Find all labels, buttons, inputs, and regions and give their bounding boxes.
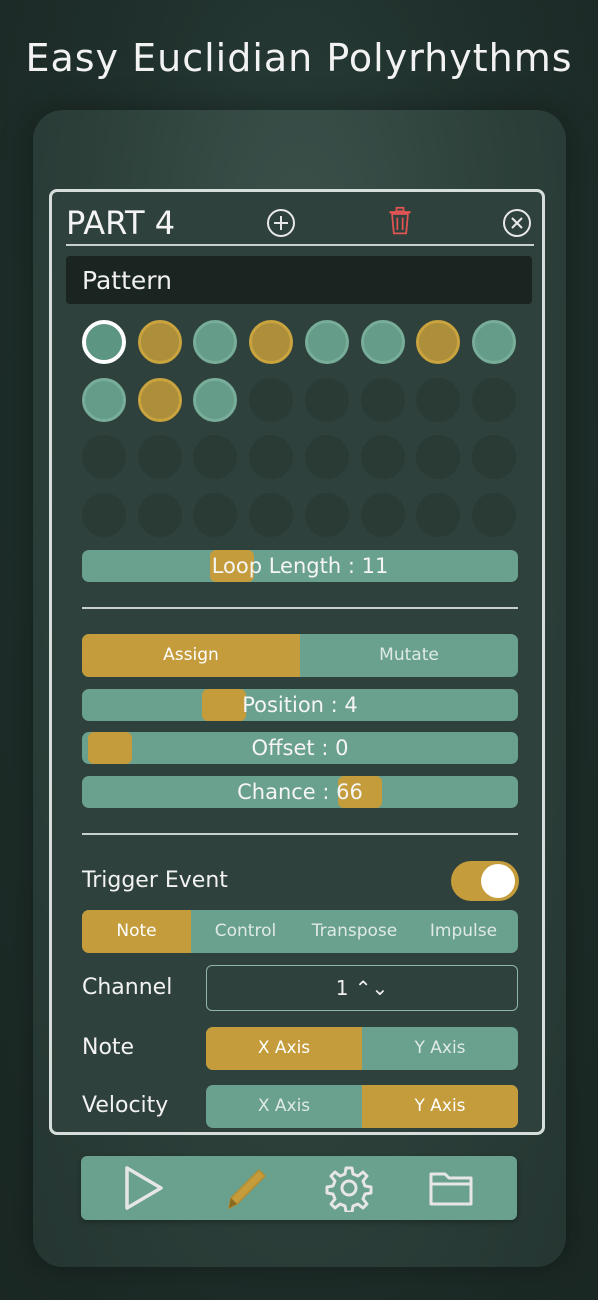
gear-icon[interactable] (325, 1164, 373, 1212)
step-dot[interactable] (304, 435, 349, 479)
step-dot[interactable] (304, 492, 349, 537)
step-dot[interactable] (360, 320, 405, 364)
trigger-type-impulse[interactable]: Impulse (409, 910, 518, 953)
trigger-type-note[interactable]: Note (82, 910, 191, 953)
pattern-label: Pattern (82, 266, 172, 295)
loop-length-slider[interactable]: Loop Length : 11 (82, 550, 518, 582)
step-dot[interactable] (249, 320, 294, 364)
chance-slider[interactable]: Chance : 66 (82, 776, 518, 808)
step-dot[interactable] (249, 492, 294, 537)
step-dot[interactable] (249, 435, 294, 479)
step-dot[interactable] (416, 435, 461, 479)
step-dot[interactable] (137, 492, 182, 537)
step-dot[interactable] (360, 377, 405, 422)
step-dot[interactable] (193, 492, 238, 537)
note-option-x-axis[interactable]: X Axis (206, 1027, 362, 1070)
step-dot[interactable] (82, 435, 126, 479)
position-slider[interactable]: Position : 4 (82, 689, 518, 721)
note-axis-segmented-control: X Axis Y Axis (206, 1027, 518, 1070)
trigger-event-label: Trigger Event (82, 868, 228, 893)
velocity-option-x-axis[interactable]: X Axis (206, 1085, 362, 1128)
step-dot[interactable] (304, 320, 349, 364)
play-icon[interactable] (119, 1164, 167, 1212)
pencil-icon[interactable] (221, 1164, 269, 1212)
trigger-type-control[interactable]: Control (191, 910, 300, 953)
step-dot[interactable] (304, 377, 349, 422)
plus-circle-icon[interactable] (266, 208, 296, 238)
divider-2 (82, 833, 518, 835)
step-dot[interactable] (249, 377, 294, 422)
offset-label: Offset : 0 (251, 736, 349, 760)
step-dot[interactable] (137, 320, 182, 364)
step-dot[interactable] (82, 377, 126, 422)
step-dot[interactable] (137, 435, 182, 479)
step-dot[interactable] (416, 377, 461, 422)
step-dot[interactable] (193, 435, 238, 479)
mode-option-mutate[interactable]: Mutate (300, 634, 518, 677)
step-dot[interactable] (471, 435, 516, 479)
velocity-option-y-axis[interactable]: Y Axis (362, 1085, 518, 1128)
trigger-type-transpose[interactable]: Transpose (300, 910, 409, 953)
step-dot[interactable] (360, 492, 405, 537)
bottom-toolbar (81, 1156, 517, 1220)
part-panel: PART 4 Pattern Loop Length : 11 Assign M… (49, 189, 545, 1135)
position-label: Position : 4 (242, 693, 358, 717)
trigger-type-segmented-control: Note Control Transpose Impulse (82, 910, 518, 953)
folder-icon[interactable] (427, 1164, 475, 1212)
step-dot[interactable] (471, 320, 516, 364)
header-divider (66, 244, 534, 246)
divider-1 (82, 607, 518, 609)
offset-slider[interactable]: Offset : 0 (82, 732, 518, 764)
channel-picker[interactable]: 1 ⌃⌄ (206, 965, 518, 1011)
close-circle-icon[interactable] (502, 208, 532, 238)
mode-segmented-control: Assign Mutate (82, 634, 518, 677)
note-option-y-axis[interactable]: Y Axis (362, 1027, 518, 1070)
trash-icon[interactable] (385, 206, 415, 236)
trigger-event-toggle[interactable] (451, 861, 519, 901)
velocity-axis-segmented-control: X Axis Y Axis (206, 1085, 518, 1128)
note-label: Note (82, 1035, 135, 1060)
step-dot[interactable] (416, 492, 461, 537)
velocity-label: Velocity (82, 1093, 169, 1118)
step-dot[interactable] (471, 492, 516, 537)
app-headline: Easy Euclidian Polyrhythms (25, 36, 573, 80)
channel-value: 1 ⌃⌄ (335, 976, 389, 1000)
step-dot[interactable] (193, 320, 238, 364)
pattern-section-header: Pattern (66, 256, 532, 304)
step-dot[interactable] (137, 377, 182, 422)
toggle-knob (481, 864, 515, 898)
step-dot[interactable] (471, 377, 516, 422)
step-dot[interactable] (82, 320, 126, 364)
loop-length-label: Loop Length : 11 (211, 554, 389, 578)
step-dot[interactable] (82, 492, 126, 537)
chance-label: Chance : 66 (237, 780, 363, 804)
step-dot[interactable] (193, 377, 238, 422)
channel-label: Channel (82, 975, 173, 1000)
step-dot[interactable] (360, 435, 405, 479)
step-dot[interactable] (416, 320, 461, 364)
part-title: PART 4 (66, 204, 176, 242)
mode-option-assign[interactable]: Assign (82, 634, 300, 677)
